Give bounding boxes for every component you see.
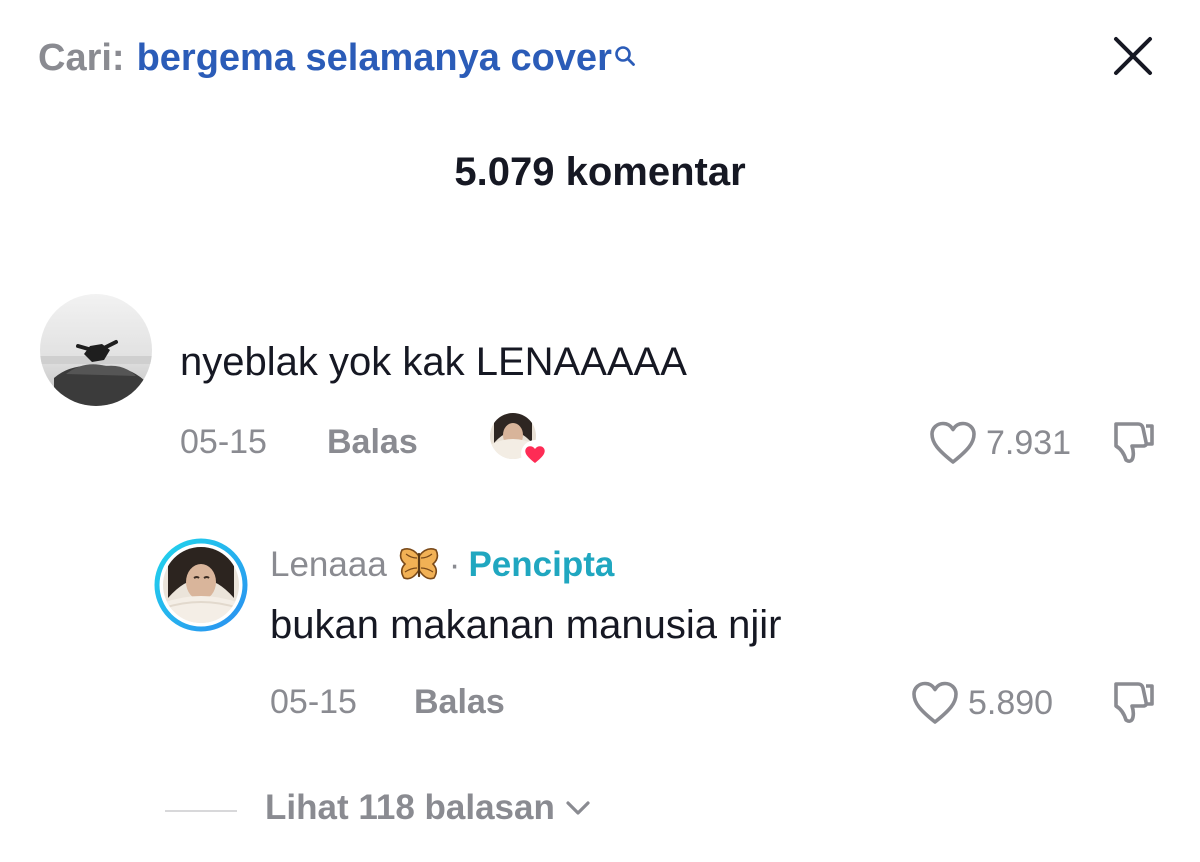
reply-date: 05-15 [270,683,357,721]
like-count: 5.890 [968,683,1054,722]
username-separator: · [448,545,461,584]
chevron-down-icon [566,801,590,815]
view-replies-label: Lihat 118 balasan [265,788,555,827]
reply-button[interactable]: Balas [414,683,505,722]
dislike-button[interactable] [1108,416,1158,466]
like-count: 7.931 [986,423,1072,462]
creator-avatar[interactable] [154,538,248,632]
thumb-down-icon [1114,422,1154,463]
comment-date: 05-15 [180,423,267,461]
comment-count-title: 5.079 komentar [454,150,746,194]
thumb-down-icon [1114,682,1154,723]
search-icon [614,34,636,66]
reply-text: bukan makanan manusia njir [270,603,782,647]
reply-button[interactable]: Balas [327,423,418,462]
creator-liked-heart-icon [521,440,549,468]
heart-outline-icon [912,681,958,724]
comment-text: nyeblak yok kak LENAAAAA [180,340,687,384]
butterfly-icon [399,548,439,580]
avatar[interactable] [40,294,152,406]
like-button[interactable]: 5.890 [910,680,1053,726]
search-query-link[interactable]: bergema selamanya cover [137,37,612,80]
heart-outline-icon [930,421,976,464]
divider [165,810,237,812]
creator-liked-indicator [490,413,550,469]
close-button[interactable] [1110,33,1156,79]
close-icon [1114,37,1152,75]
view-replies-button[interactable]: Lihat 118 balasan [265,788,591,828]
like-button[interactable]: 7.931 [928,420,1071,466]
creator-badge: Pencipta [468,545,615,584]
reply-username[interactable]: Lenaaa [270,545,387,585]
search-bar[interactable]: Cari: bergema selamanya cover [38,30,636,86]
search-prefix: Cari: [38,36,125,79]
reply-username-row: Lenaaa · Pencipta [270,545,614,585]
dislike-button[interactable] [1108,676,1158,726]
